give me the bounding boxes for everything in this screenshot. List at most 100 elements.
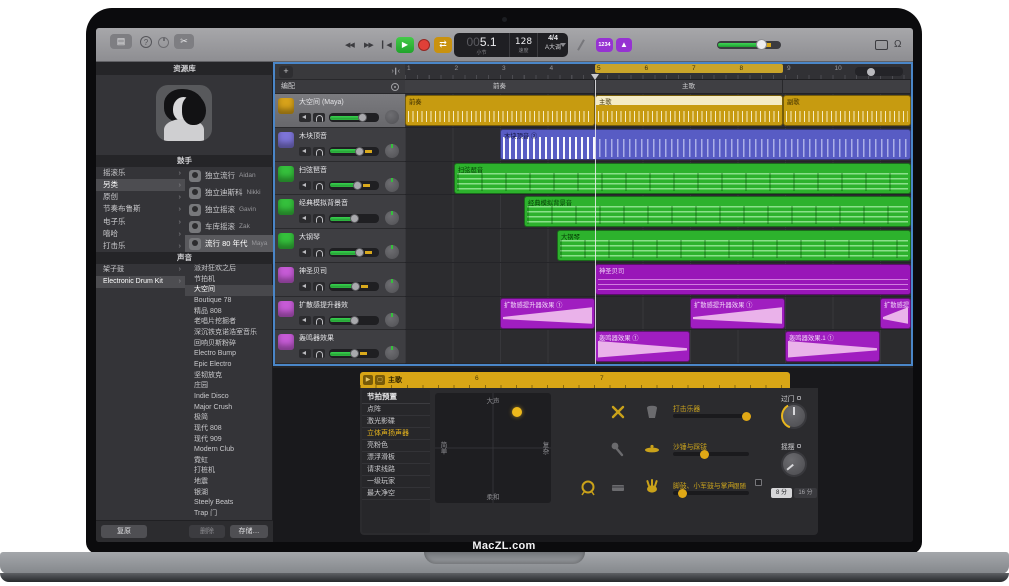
loop-browser-icon[interactable]: Ω — [894, 40, 901, 50]
percussion-slider[interactable] — [673, 414, 749, 418]
lane-strum-arp[interactable]: 扫弦琶音 — [405, 162, 911, 196]
solo-button[interactable] — [313, 113, 325, 122]
lane-drummer[interactable]: 前奏 主歌 副歌 — [405, 94, 911, 128]
track-volume-slider[interactable] — [329, 113, 379, 122]
sound-preset-item[interactable]: 派对狂欢之后 — [185, 264, 273, 275]
sound-preset-item[interactable]: Steely Beats — [185, 498, 273, 509]
playhead[interactable] — [595, 80, 596, 364]
region-strum-arp[interactable]: 扫弦琶音 — [454, 163, 911, 194]
region-grand-piano[interactable]: 大钢琴 — [557, 230, 911, 261]
region-droner-1[interactable]: 轰鸣器效果 ① — [595, 331, 690, 362]
arrangement-track-label[interactable]: 编配 — [275, 80, 405, 94]
sound-preset-item[interactable]: 回响贝斯粉碎 — [185, 339, 273, 350]
lane-riser-fx[interactable]: 扩散感提升器效果 ① 扩散感提升器效果 ① 扩散感提 — [405, 297, 911, 331]
lcd-display[interactable]: 005.1 小节 128 速度 4/4 A大调 — [454, 33, 568, 57]
drummer-item[interactable]: 独立摇滚 Gavin — [185, 201, 273, 218]
region-analog-pad[interactable]: 经典模拟背景音 — [524, 196, 911, 227]
pan-knob[interactable] — [385, 178, 399, 192]
track-volume-slider[interactable] — [329, 214, 379, 223]
track-header[interactable]: 经典模拟背景音 — [275, 195, 405, 229]
beat-preset-item[interactable]: 最大净空 — [362, 488, 430, 500]
media-browser-icon[interactable] — [875, 40, 888, 50]
pan-knob[interactable] — [385, 313, 399, 327]
volume-knob[interactable] — [358, 113, 367, 122]
lane-grand-piano[interactable]: 大钢琴 — [405, 229, 911, 263]
kick-drum-icon[interactable] — [580, 480, 596, 496]
sound-preset-item[interactable]: 银湖 — [185, 488, 273, 499]
shaker-hats-slider[interactable] — [673, 452, 749, 456]
go-to-beginning-button[interactable]: ▎◀ — [382, 41, 391, 49]
volume-knob[interactable] — [350, 349, 359, 358]
clap-hands-icon[interactable] — [644, 478, 660, 494]
volume-knob[interactable] — [355, 248, 364, 257]
gear-icon[interactable] — [391, 83, 399, 91]
beat-preset-item[interactable]: 立体声扬声器 — [362, 428, 430, 440]
genre-item[interactable]: 摇滚乐› — [96, 167, 185, 179]
sound-preset-item[interactable]: Boutique 78 — [185, 296, 273, 307]
kit-category-item[interactable]: 架子鼓› — [96, 264, 185, 276]
cymbal-icon[interactable] — [644, 441, 660, 457]
drummer-item[interactable]: 独立迪斯科 Nikki — [185, 184, 273, 201]
fills-knob[interactable] — [781, 403, 807, 429]
region-riser-2[interactable]: 扩散感提升器效果 ① — [690, 298, 785, 329]
region-riser-1[interactable]: 扩散感提升器效果 ① — [500, 298, 595, 329]
pan-knob[interactable] — [385, 346, 399, 360]
track-volume-slider[interactable] — [329, 349, 379, 358]
horizontal-zoom-slider[interactable] — [855, 67, 903, 76]
editor-region-bar[interactable]: ▶ ▢ 主歌 6 7 — [360, 372, 790, 388]
genre-item[interactable]: 电子乐› — [96, 216, 185, 228]
mute-button[interactable] — [299, 147, 311, 156]
sound-preset-item[interactable]: 精品 808 — [185, 307, 273, 318]
track-header[interactable]: 扩散感提升器效 — [275, 297, 405, 331]
track-volume-slider[interactable] — [329, 282, 379, 291]
sound-preset-item[interactable]: 打桩机 — [185, 466, 273, 477]
track-volume-slider[interactable] — [329, 181, 379, 190]
pan-knob[interactable] — [385, 144, 399, 158]
drumsticks-icon[interactable] — [610, 404, 626, 420]
region-chorus[interactable]: 副歌 — [783, 95, 911, 126]
beat-preset-item[interactable]: 点阵 — [362, 404, 430, 416]
count-in-button[interactable]: 1234 — [596, 38, 613, 52]
volume-knob[interactable] — [355, 147, 364, 156]
sound-preset-item[interactable]: 深沉铁克诺浩室音乐 — [185, 328, 273, 339]
tuning-fork-icon[interactable] — [576, 39, 586, 51]
forward-button[interactable]: ▶▶ — [364, 41, 373, 49]
arrangement-section-intro[interactable]: 前奏 — [405, 80, 595, 94]
mute-button[interactable] — [299, 349, 311, 358]
genre-item[interactable]: 节奏布鲁斯› — [96, 203, 185, 215]
add-track-button[interactable]: + — [279, 66, 293, 78]
pan-knob[interactable] — [385, 110, 399, 124]
sound-preset-item[interactable]: 庄园 — [185, 381, 273, 392]
conga-icon[interactable] — [644, 404, 660, 420]
follow-checkbox[interactable] — [755, 479, 762, 486]
drummer-item[interactable]: 独立流行 Aidan — [185, 167, 273, 184]
region-loop-icon[interactable]: ▢ — [375, 375, 385, 385]
sound-preset-item[interactable]: Major Crush — [185, 403, 273, 414]
swing-knob[interactable] — [781, 451, 807, 477]
bar-ruler[interactable]: 12345678910 — [405, 64, 911, 80]
sound-preset-item[interactable]: Modern Club — [185, 445, 273, 456]
track-header[interactable]: 扫弦琶音 — [275, 162, 405, 196]
lane-droner-fx[interactable]: 轰鸣器效果 ① 轰鸣器效果.1 ① — [405, 330, 911, 364]
track-zoom-icons[interactable]: ›❙‹ — [391, 67, 399, 75]
beat-preset-item[interactable]: 亮粉色 — [362, 440, 430, 452]
sixteenth-note-button[interactable]: 16 分 — [794, 488, 817, 498]
drummer-item[interactable]: 车库摇滚 Zak — [185, 218, 273, 235]
region-riser-3[interactable]: 扩散感提 — [880, 298, 911, 329]
beat-preset-item[interactable]: 漂浮滑板 — [362, 452, 430, 464]
volume-knob[interactable] — [353, 181, 362, 190]
volume-knob[interactable] — [350, 214, 359, 223]
sound-preset-item[interactable]: Indie Disco — [185, 392, 273, 403]
volume-knob[interactable] — [350, 316, 359, 325]
solo-button[interactable] — [313, 316, 325, 325]
smart-controls-icon[interactable] — [158, 37, 169, 48]
sound-preset-item[interactable]: 现代 909 — [185, 435, 273, 446]
sound-preset-item[interactable]: 坚韧放克 — [185, 371, 273, 382]
region-bass[interactable]: 神圣贝司 — [595, 264, 911, 295]
track-header[interactable]: 大空间 (Maya) — [275, 94, 405, 128]
genre-item[interactable]: 原创› — [96, 191, 185, 203]
arrangement-section-verse[interactable]: 主歌 — [595, 80, 783, 94]
track-header[interactable]: 木块顶音 — [275, 128, 405, 162]
sound-preset-item[interactable]: 大空间 — [185, 285, 273, 296]
kit-category-item[interactable]: Electronic Drum Kit› — [96, 276, 185, 288]
